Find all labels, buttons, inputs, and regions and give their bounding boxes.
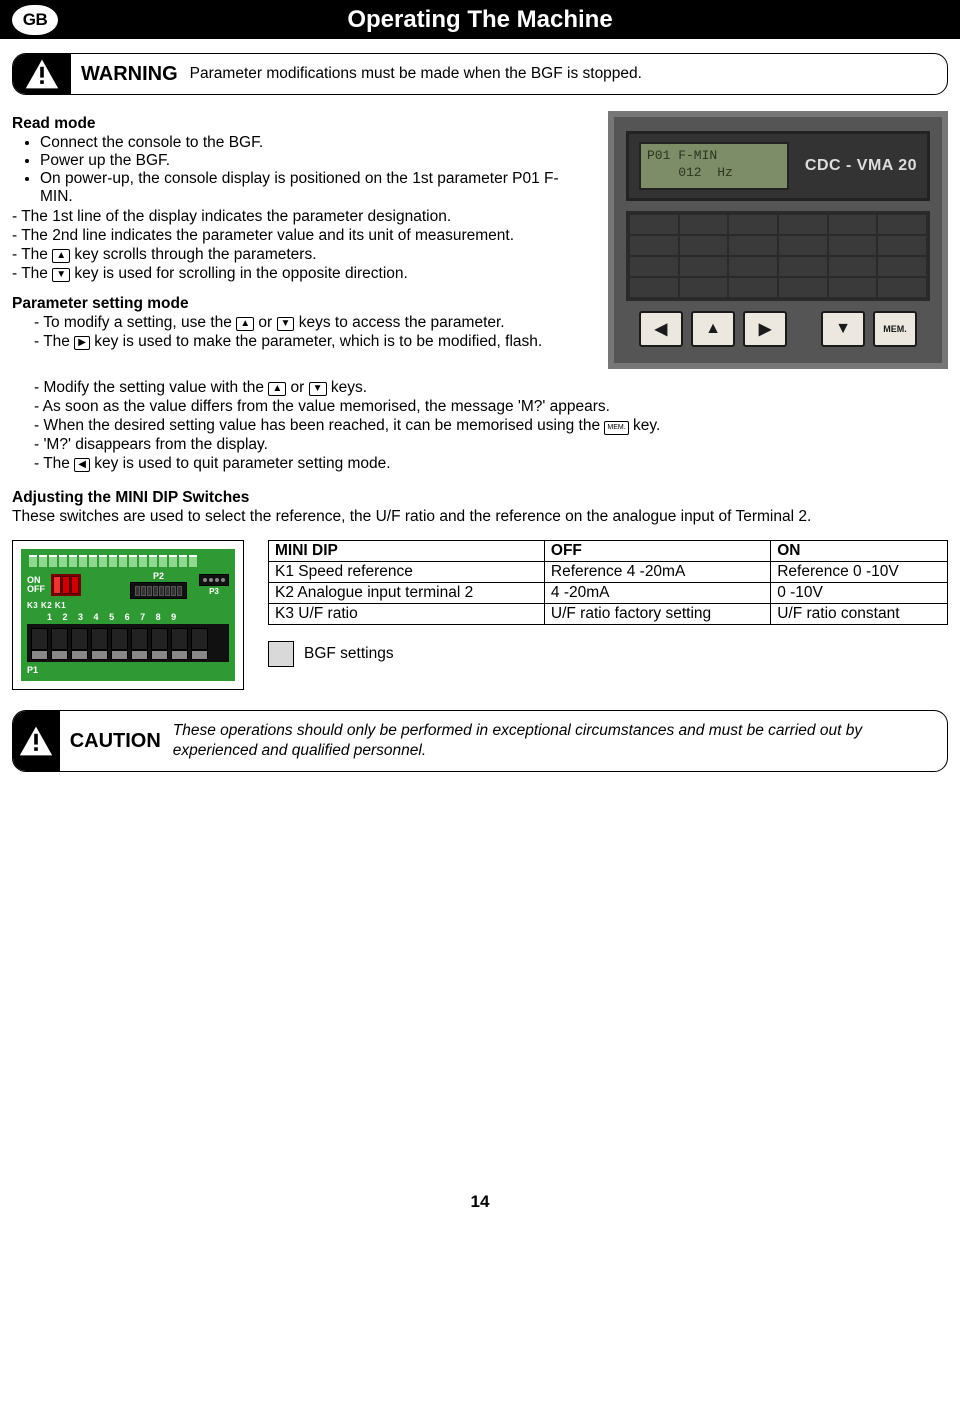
body-text: - As soon as the value differs from the … [12, 398, 948, 416]
down-key-icon: ▼ [52, 268, 70, 282]
dip-heading: Adjusting the MINI DIP Switches [12, 489, 948, 507]
table-header: MINI DIP [269, 541, 545, 562]
body-text: - 'M?' disappears from the display. [12, 436, 948, 454]
warning-icon [13, 54, 71, 94]
page-number: 14 [12, 1192, 948, 1212]
caution-box: CAUTION These operations should only be … [12, 710, 948, 772]
p1-label: P1 [27, 665, 229, 675]
left-key-button: ◀ [639, 311, 683, 347]
caution-text: These operations should only be performe… [173, 711, 947, 771]
left-key-icon: ◀ [74, 458, 90, 472]
table-row: K3 U/F ratioU/F ratio factory settingU/F… [269, 604, 948, 625]
body-text: - To modify a setting, use the ▲ or ▼ ke… [12, 314, 590, 332]
console-label-grid [626, 211, 930, 301]
read-mode-heading: Read mode [12, 115, 590, 133]
k-labels: K3 K2 K1 [27, 601, 229, 610]
body-text: - The ▲ key scrolls through the paramete… [12, 246, 590, 264]
table-row: K1 Speed referenceReference 4 -20mARefer… [269, 562, 948, 583]
up-key-icon: ▲ [236, 317, 254, 331]
table-header: OFF [544, 541, 770, 562]
p3-label: P3 [209, 587, 219, 596]
list-item: On power-up, the console display is posi… [40, 170, 590, 206]
bgf-settings-swatch [268, 641, 294, 667]
body-text: - The 1st line of the display indicates … [12, 208, 590, 226]
body-text: - The 2nd line indicates the parameter v… [12, 227, 590, 245]
console-brand: CDC - VMA 20 [805, 157, 917, 175]
body-text: - Modify the setting value with the ▲ or… [12, 379, 948, 397]
up-key-icon: ▲ [268, 382, 286, 396]
list-item: Connect the console to the BGF. [40, 134, 590, 152]
body-text: - When the desired setting value has bee… [12, 417, 948, 435]
mem-key-button: MEM. [873, 311, 917, 347]
up-key-icon: ▲ [52, 249, 70, 263]
down-key-icon: ▼ [277, 317, 295, 331]
down-key-button: ▼ [821, 311, 865, 347]
caution-label: CAUTION [60, 730, 173, 753]
read-mode-bullets: Connect the console to the BGF. Power up… [12, 134, 590, 206]
list-item: Power up the BGF. [40, 152, 590, 170]
dip-intro: These switches are used to select the re… [12, 508, 948, 526]
param-mode-heading: Parameter setting mode [12, 295, 590, 313]
terminal-block [27, 624, 229, 662]
k-switches [51, 574, 81, 596]
right-key-icon: ▶ [74, 336, 90, 350]
mem-key-icon: MEM. [604, 421, 628, 435]
warning-box: WARNING Parameter modifications must be … [12, 53, 948, 95]
page-header: GB Operating The Machine [0, 0, 960, 39]
table-header: ON [771, 541, 948, 562]
right-key-button: ▶ [743, 311, 787, 347]
p2-label: P2 [153, 571, 164, 581]
caution-icon [13, 711, 60, 771]
off-label: OFF [27, 585, 45, 594]
terminal-numbers: 123456789 [47, 612, 229, 622]
locale-badge: GB [12, 5, 58, 35]
table-row: K2 Analogue input terminal 24 -20mA0 -10… [269, 583, 948, 604]
up-key-button: ▲ [691, 311, 735, 347]
p3-chip [199, 574, 229, 586]
warning-label: WARNING [71, 63, 190, 86]
body-text: - The ▶ key is used to make the paramete… [12, 333, 590, 351]
console-photo: P01 F-MIN 012 Hz CDC - VMA 20 ◀ ▲ ▶ ▼ ME… [608, 111, 948, 369]
body-text: - The ▼ key is used for scrolling in the… [12, 265, 590, 283]
dip-diagram: ON OFF P2 P3 [12, 540, 244, 690]
lcd-display: P01 F-MIN 012 Hz [639, 142, 789, 190]
bgf-settings-label: BGF settings [304, 645, 394, 663]
down-key-icon: ▼ [309, 382, 327, 396]
page-title: Operating The Machine [58, 6, 902, 34]
warning-text: Parameter modifications must be made whe… [190, 54, 654, 94]
bgf-settings-row: BGF settings [268, 641, 948, 667]
dip-table: MINI DIP OFF ON K1 Speed referenceRefere… [268, 540, 948, 625]
p2-chip [130, 582, 187, 599]
body-text: - The ◀ key is used to quit parameter se… [12, 455, 948, 473]
